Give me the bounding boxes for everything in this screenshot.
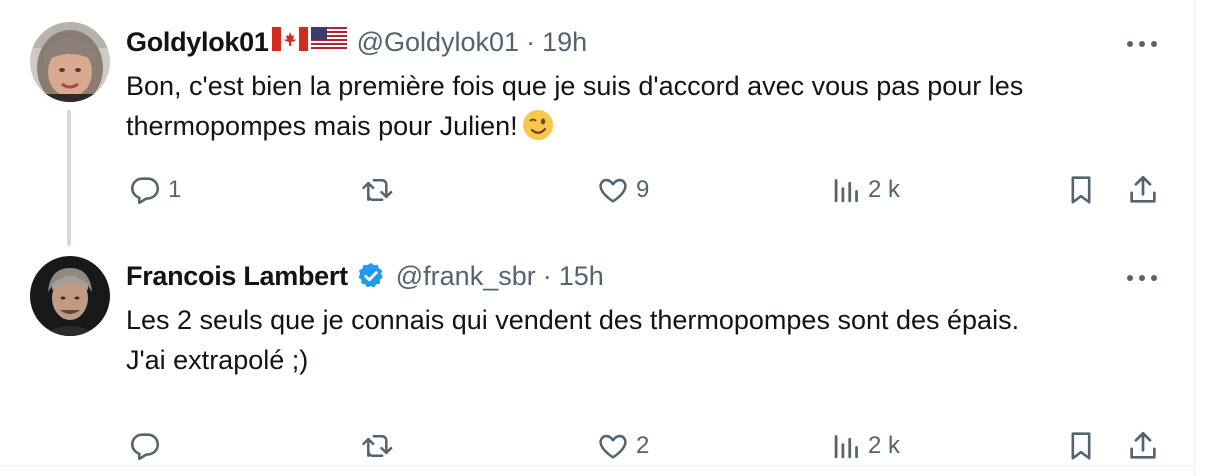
separator-dot: · xyxy=(526,26,536,57)
bar-chart-icon xyxy=(834,179,858,203)
display-name[interactable]: Goldylok01 xyxy=(126,27,269,58)
like-button[interactable]: 9 xyxy=(596,170,649,210)
user-handle[interactable]: @frank_sbr xyxy=(396,261,536,292)
bookmark-icon xyxy=(1071,432,1091,460)
share-upload-icon xyxy=(1130,431,1156,459)
views-button[interactable]: 2 k xyxy=(832,170,900,210)
tweet-text-line: Bon, c'est bien la première fois que je … xyxy=(126,71,1024,101)
tweet-text-line: thermopompes mais pour Julien! xyxy=(126,111,518,141)
heart-icon xyxy=(599,434,627,459)
tweet-header: Goldylok01 @Goldylok01 · 19h xyxy=(126,23,587,61)
usa-flag-icon xyxy=(310,26,347,58)
avatar[interactable] xyxy=(30,22,110,102)
reply-button[interactable]: 1 xyxy=(128,170,181,210)
tweet[interactable]: Francois Lambert @frank_sbr · 15h Les 2 … xyxy=(0,240,1194,465)
tweet-text-line: J'ai extrapolé ;) xyxy=(126,345,309,375)
view-count: 2 k xyxy=(868,432,901,459)
avatar[interactable] xyxy=(30,256,110,336)
bar-chart-icon xyxy=(834,435,858,459)
share-button[interactable] xyxy=(1126,170,1160,210)
retweet-arrows-icon xyxy=(362,435,393,457)
divider xyxy=(0,465,1194,466)
speech-bubble-icon xyxy=(130,433,160,461)
more-dots-icon[interactable] xyxy=(1122,34,1162,54)
reply-count: 1 xyxy=(168,176,182,203)
separator-dot: · xyxy=(542,260,552,291)
bookmark-button[interactable] xyxy=(1066,170,1096,210)
like-button[interactable]: 2 xyxy=(596,426,649,466)
view-count: 2 k xyxy=(868,176,901,203)
tweet-text-line: Les 2 seuls que je connais qui vendent d… xyxy=(126,305,1020,335)
tweet-text-line-with-emoji: thermopompes mais pour Julien! xyxy=(126,106,1176,152)
timestamp[interactable]: 19h xyxy=(542,27,587,58)
like-count: 9 xyxy=(636,176,650,203)
display-name[interactable]: Francois Lambert xyxy=(126,261,348,292)
user-handle[interactable]: @Goldylok01 xyxy=(357,27,520,58)
tweet-header: Francois Lambert @frank_sbr · 15h xyxy=(126,257,604,295)
tweet-actions: 2 2 k xyxy=(0,426,1194,466)
tweet-text: Les 2 seuls que je connais qui vendent d… xyxy=(126,300,1176,380)
like-count: 2 xyxy=(636,432,650,459)
bookmark-button[interactable] xyxy=(1066,426,1096,466)
retweet-button[interactable] xyxy=(360,426,402,466)
winking-face-icon xyxy=(522,109,554,152)
timestamp[interactable]: 15h xyxy=(559,261,604,292)
divider xyxy=(1194,0,1195,476)
speech-bubble-icon xyxy=(130,177,160,205)
retweet-arrows-icon xyxy=(362,179,393,201)
heart-icon xyxy=(599,178,627,203)
verified-badge-icon xyxy=(356,261,386,291)
bookmark-icon xyxy=(1071,176,1091,204)
tweet[interactable]: Goldylok01 @Goldylok01 · 19h Bon, c'est … xyxy=(0,0,1194,246)
tweet-actions: 1 9 2 k xyxy=(0,170,1194,210)
share-upload-icon xyxy=(1130,175,1156,203)
conversation-thread: Goldylok01 @Goldylok01 · 19h Bon, c'est … xyxy=(0,0,1194,476)
retweet-button[interactable] xyxy=(360,170,402,210)
more-dots-icon[interactable] xyxy=(1122,268,1162,288)
share-button[interactable] xyxy=(1126,426,1160,466)
canada-flag-icon xyxy=(271,26,308,58)
reply-button[interactable] xyxy=(128,426,168,466)
views-button[interactable]: 2 k xyxy=(832,426,900,466)
tweet-text: Bon, c'est bien la première fois que je … xyxy=(126,66,1176,152)
